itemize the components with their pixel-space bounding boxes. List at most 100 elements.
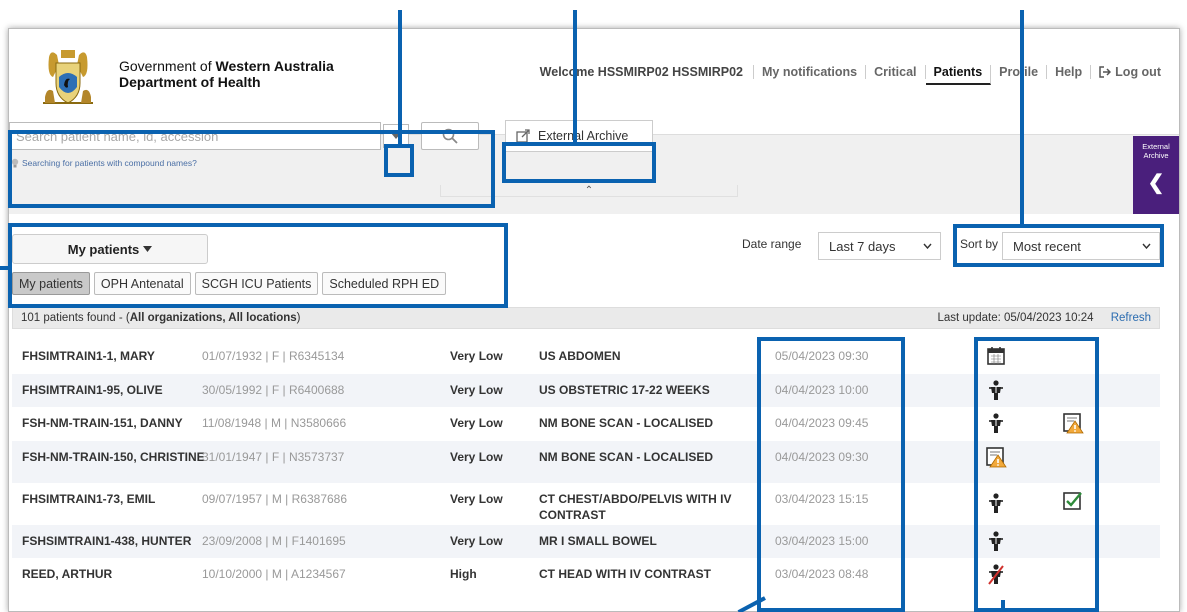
priority: Very Low: [450, 533, 503, 548]
nav-log-out[interactable]: Log out: [1091, 65, 1169, 79]
government-title: Government of Western Australia: [119, 58, 334, 74]
patient-info: 31/01/1947 | F | N3573737: [202, 449, 345, 464]
calendar-icon[interactable]: [985, 345, 1007, 367]
table-row[interactable]: FHSIMTRAIN1-73, EMIL 09/07/1957 | M | R6…: [12, 483, 1160, 525]
sort-by-value: Most recent: [1013, 238, 1081, 254]
patient-name[interactable]: FHSIMTRAIN1-1, MARY: [22, 348, 222, 364]
patient-name[interactable]: FHSIMTRAIN1-95, OLIVE: [22, 382, 222, 398]
nav-critical[interactable]: Critical: [866, 65, 926, 79]
procedure: MR I SMALL BOWEL: [539, 533, 657, 548]
patient-info: 11/08/1948 | M | N3580666: [202, 416, 347, 431]
nav-profile[interactable]: Profile: [991, 65, 1048, 79]
search-icon: [442, 128, 458, 144]
search-input[interactable]: [9, 122, 381, 150]
priority: Very Low: [450, 382, 503, 397]
table-row[interactable]: REED, ARTHUR 10/10/2000 | M | A1234567 H…: [12, 558, 1160, 592]
priority: Very Low: [450, 416, 503, 431]
wa-crest-logo: [43, 50, 93, 104]
caret-down-icon: [391, 133, 401, 139]
patient-info: 09/07/1957 | M | R6387686: [202, 491, 348, 506]
patient-name[interactable]: FSH-NM-TRAIN-150, CHRISTINE: [22, 449, 222, 465]
patient-info: 23/09/2008 | M | F1401695: [202, 533, 346, 548]
report-checked-icon[interactable]: [1062, 490, 1084, 512]
exam-datetime: 04/04/2023 10:00: [775, 382, 869, 397]
patient-name[interactable]: FSH-NM-TRAIN-151, DANNY: [22, 415, 222, 431]
tab-scheduled-rph-ed[interactable]: Scheduled RPH ED: [322, 272, 447, 295]
patient-icon[interactable]: [985, 530, 1007, 552]
table-row[interactable]: FHSIMTRAIN1-95, OLIVE 30/05/1992 | F | R…: [12, 373, 1160, 408]
tab-scgh-icu-patients[interactable]: SCGH ICU Patients: [194, 272, 319, 295]
log-out-label: Log out: [1115, 65, 1161, 79]
results-summary-bar: 101 patients found - (All organizations,…: [12, 307, 1160, 329]
patient-icon[interactable]: [985, 379, 1007, 401]
patient-list-tabs: My patients OPH Antenatal SCGH ICU Patie…: [12, 272, 447, 295]
priority: Very Low: [450, 449, 503, 464]
department-title: Department of Health: [119, 74, 261, 90]
patient-icon[interactable]: [985, 492, 1007, 514]
sort-by-select[interactable]: Most recent: [1002, 232, 1160, 260]
log-out-icon: [1099, 66, 1112, 78]
procedure: CT HEAD WITH IV CONTRAST: [539, 567, 711, 582]
table-row[interactable]: FHSIMTRAIN1-1, MARY 01/07/1932 | F | R63…: [12, 340, 1160, 374]
patient-table: FHSIMTRAIN1-1, MARY 01/07/1932 | F | R63…: [12, 340, 1160, 592]
exam-datetime: 05/04/2023 09:30: [775, 349, 869, 363]
external-archive-button[interactable]: External Archive: [505, 120, 653, 152]
sort-by-label: Sort by: [960, 237, 999, 251]
date-range-select[interactable]: Last 7 days: [818, 232, 941, 260]
nav-my-notifications[interactable]: My notifications: [754, 65, 867, 79]
patient-list-dropdown-label: My patients: [67, 241, 140, 257]
tab-oph-antenatal[interactable]: OPH Antenatal: [93, 272, 191, 295]
last-update-text: Last update: 05/04/2023 10:24: [937, 312, 1094, 324]
date-range-label: Date range: [742, 237, 802, 251]
table-row[interactable]: FSHSIMTRAIN1-438, HUNTER 23/09/2008 | M …: [12, 524, 1160, 559]
procedure: NM BONE SCAN - LOCALISED: [539, 449, 713, 464]
nav-patients[interactable]: Patients: [925, 65, 992, 85]
refresh-link[interactable]: Refresh: [1111, 312, 1151, 324]
patient-info: 01/07/1932 | F | R6345134: [202, 349, 345, 363]
top-navigation: Welcome HSSMIRP02 HSSMIRP02 My notificat…: [540, 59, 1169, 85]
search-type-dropdown[interactable]: [383, 124, 409, 148]
exam-datetime: 04/04/2023 09:45: [775, 416, 869, 431]
exam-datetime: 04/04/2023 09:30: [775, 449, 869, 464]
patient-info: 10/10/2000 | M | A1234567: [202, 567, 346, 582]
patient-name[interactable]: FHSIMTRAIN1-73, EMIL: [22, 491, 222, 507]
table-row[interactable]: FSH-NM-TRAIN-150, CHRISTINE 31/01/1947 |…: [12, 440, 1160, 483]
procedure: CT CHEST/ABDO/PELVIS WITH IV CONTRAST: [539, 491, 732, 522]
chevron-up-icon: ⌃: [584, 185, 594, 196]
report-warning-icon[interactable]: [985, 446, 1007, 468]
nav-help[interactable]: Help: [1047, 65, 1092, 79]
chevron-down-icon: [1142, 243, 1151, 249]
chevron-down-icon: [923, 243, 932, 249]
compound-names-hint[interactable]: Searching for patients with compound nam…: [11, 158, 197, 168]
caret-down-icon: [143, 246, 153, 252]
external-archive-panel[interactable]: External Archive ❮: [1133, 136, 1179, 214]
table-row[interactable]: FSH-NM-TRAIN-151, DANNY 11/08/1948 | M |…: [12, 407, 1160, 441]
patient-name[interactable]: FSHSIMTRAIN1-438, HUNTER: [22, 533, 222, 549]
collapse-toolbar-toggle[interactable]: ⌃: [440, 185, 738, 197]
compound-names-hint-text: Searching for patients with compound nam…: [22, 158, 197, 168]
tab-my-patients[interactable]: My patients: [12, 272, 90, 295]
patient-name[interactable]: REED, ARTHUR: [22, 566, 222, 582]
procedure: NM BONE SCAN - LOCALISED: [539, 416, 713, 431]
patient-icon[interactable]: [985, 412, 1007, 434]
priority: Very Low: [450, 349, 503, 363]
chevron-left-icon: ❮: [1147, 172, 1165, 194]
search-area: Searching for patients with compound nam…: [5, 115, 490, 181]
exam-datetime: 03/04/2023 15:15: [775, 491, 869, 506]
external-archive-panel-label: External Archive: [1142, 142, 1170, 160]
last-update-group: Last update: 05/04/2023 10:24 Refresh: [937, 312, 1151, 324]
external-archive-label: External Archive: [538, 129, 629, 143]
welcome-text: Welcome HSSMIRP02 HSSMIRP02: [540, 65, 754, 79]
priority: High: [450, 567, 477, 582]
results-count: 101 patients found - (All organizations,…: [21, 312, 301, 324]
patient-list-dropdown[interactable]: My patients: [12, 234, 208, 264]
lightbulb-icon: [11, 158, 19, 168]
exam-datetime: 03/04/2023 15:00: [775, 533, 869, 548]
report-warning-icon[interactable]: [1062, 412, 1084, 434]
search-button[interactable]: [421, 122, 479, 150]
patient-cancelled-icon[interactable]: [985, 563, 1007, 585]
external-link-icon: [516, 129, 530, 143]
date-range-value: Last 7 days: [829, 238, 896, 254]
priority: Very Low: [450, 491, 503, 506]
patient-info: 30/05/1992 | F | R6400688: [202, 382, 345, 397]
